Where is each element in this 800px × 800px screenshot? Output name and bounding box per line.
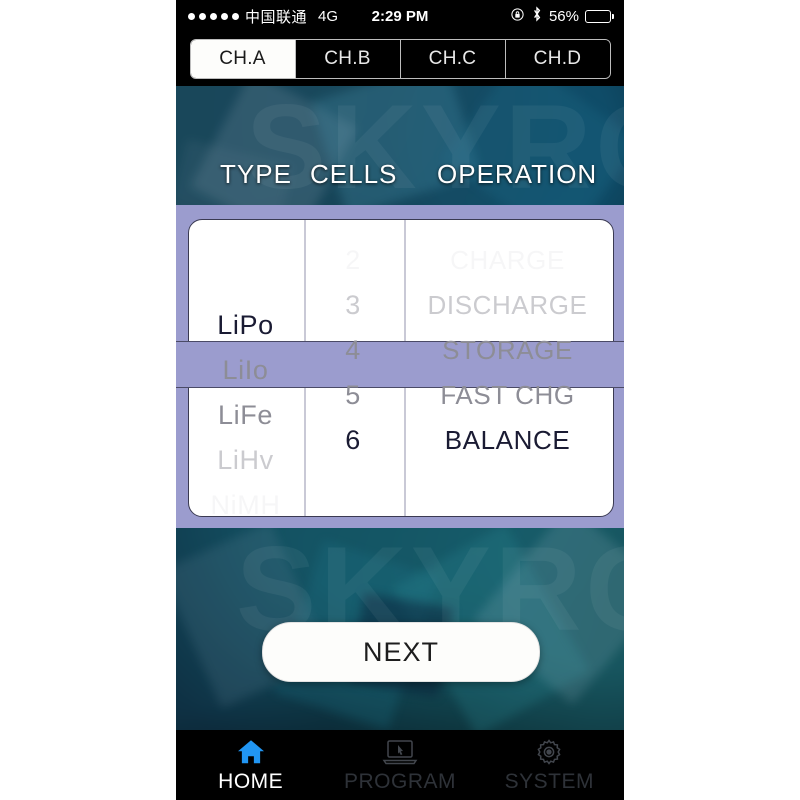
canvas-right-margin bbox=[624, 0, 800, 800]
wheel-item-cells[interactable]: 4 bbox=[303, 328, 403, 373]
tab-system-label: SYSTEM bbox=[504, 770, 594, 793]
wheel-item-type-selected[interactable]: LiPo bbox=[188, 303, 303, 348]
next-button[interactable]: NEXT bbox=[262, 622, 540, 682]
tab-channel-d[interactable]: CH.D bbox=[505, 40, 610, 78]
tab-system[interactable]: SYSTEM bbox=[475, 730, 624, 794]
tab-channel-b[interactable]: CH.B bbox=[295, 40, 401, 78]
tab-home[interactable]: HOME bbox=[176, 730, 325, 794]
phone-screen: SKYRC SKYRC 中国联通 4G 2:29 PM bbox=[176, 0, 624, 800]
wheel-item-operation[interactable] bbox=[403, 205, 612, 238]
settings-picker[interactable]: LiPo LiIo LiFe LiHv NiMH 2 3 4 5 6 CHARG… bbox=[176, 205, 624, 528]
tab-channel-c[interactable]: CH.C bbox=[400, 40, 506, 78]
picker-wheel-cells[interactable]: 2 3 4 5 6 bbox=[303, 205, 403, 528]
wheel-item-operation[interactable]: FAST CHG bbox=[403, 373, 612, 418]
carrier-label: 中国联通 bbox=[245, 8, 308, 26]
home-icon bbox=[234, 735, 268, 769]
rotation-lock-icon bbox=[510, 7, 525, 26]
channel-segmented-control[interactable]: CH.A CH.B CH.C CH.D bbox=[189, 39, 611, 79]
wheel-item-cells[interactable]: 2 bbox=[303, 238, 403, 283]
laptop-icon bbox=[382, 735, 418, 769]
picker-column-headers: TYPE CELLS OPERATION bbox=[176, 150, 624, 198]
wheel-item-operation[interactable]: STORAGE bbox=[403, 328, 612, 373]
wheel-item-cells-selected[interactable]: 6 bbox=[303, 418, 403, 463]
wheel-item-cells[interactable] bbox=[303, 495, 403, 528]
wheel-item-operation[interactable]: DISCHARGE bbox=[403, 283, 612, 328]
tab-program[interactable]: PROGRAM bbox=[325, 730, 474, 794]
picker-wheels: LiPo LiIo LiFe LiHv NiMH 2 3 4 5 6 CHARG… bbox=[176, 205, 624, 528]
gear-icon bbox=[533, 735, 565, 769]
wheel-item-operation[interactable]: CHARGE bbox=[403, 238, 612, 283]
signal-strength-dots bbox=[188, 12, 239, 20]
wheel-item-type[interactable] bbox=[188, 205, 303, 238]
channel-tab-bar: CH.A CH.B CH.C CH.D bbox=[176, 32, 624, 86]
wheel-item-type[interactable]: NiMH bbox=[188, 483, 303, 528]
signal-dot bbox=[232, 12, 239, 20]
signal-dot bbox=[210, 12, 217, 20]
wheel-item-cells[interactable]: 3 bbox=[303, 283, 403, 328]
wheel-item-type[interactable] bbox=[188, 270, 303, 303]
column-header-cells: CELLS bbox=[310, 158, 398, 189]
signal-dot bbox=[221, 12, 228, 20]
wheel-item-cells[interactable]: 5 bbox=[303, 373, 403, 418]
network-type-label: 4G bbox=[318, 7, 339, 25]
status-bar: 中国联通 4G 2:29 PM 56% bbox=[176, 0, 624, 32]
wheel-item-type[interactable] bbox=[188, 238, 303, 271]
tab-program-label: PROGRAM bbox=[343, 770, 456, 793]
tab-channel-a[interactable]: CH.A bbox=[190, 40, 296, 78]
screenshot-canvas: SKYRC SKYRC 中国联通 4G 2:29 PM bbox=[0, 0, 800, 800]
tab-home-label: HOME bbox=[218, 770, 284, 793]
wheel-item-type[interactable]: LiFe bbox=[188, 393, 303, 438]
wheel-item-operation[interactable] bbox=[403, 495, 612, 528]
wheel-item-type[interactable]: LiIo bbox=[188, 348, 303, 393]
signal-dot bbox=[199, 12, 206, 20]
bottom-tab-bar: HOME PROGRAM SYSTEM bbox=[176, 730, 624, 800]
battery-body bbox=[585, 9, 611, 23]
battery-icon bbox=[585, 9, 614, 23]
bluetooth-icon bbox=[531, 6, 543, 26]
wheel-item-operation-selected[interactable]: BALANCE bbox=[403, 418, 612, 463]
wheel-item-type[interactable]: LiHv bbox=[188, 438, 303, 483]
picker-wheel-type[interactable]: LiPo LiIo LiFe LiHv NiMH bbox=[188, 205, 303, 528]
status-bar-right: 56% bbox=[510, 6, 624, 26]
wheel-item-cells[interactable] bbox=[303, 463, 403, 496]
column-header-type: TYPE bbox=[220, 158, 292, 189]
column-header-operation: OPERATION bbox=[437, 158, 598, 189]
battery-cap bbox=[612, 13, 614, 19]
battery-percent-label: 56% bbox=[548, 7, 579, 25]
wheel-item-cells[interactable] bbox=[303, 205, 403, 238]
status-bar-left: 中国联通 4G bbox=[176, 6, 338, 27]
wheel-item-operation[interactable] bbox=[403, 463, 612, 496]
canvas-left-margin bbox=[0, 0, 176, 800]
picker-wheel-operation[interactable]: CHARGE DISCHARGE STORAGE FAST CHG BALANC… bbox=[403, 205, 612, 528]
signal-dot bbox=[188, 12, 195, 20]
